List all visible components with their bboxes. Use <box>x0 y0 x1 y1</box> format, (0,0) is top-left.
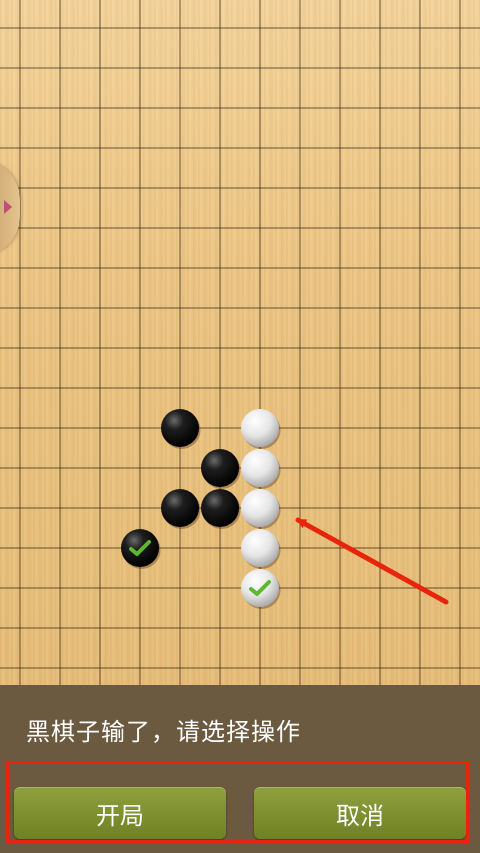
dialog-message: 黑棋子输了，请选择操作 <box>26 718 301 746</box>
board-grid[interactable] <box>0 0 480 685</box>
black-stone[interactable] <box>201 489 241 529</box>
black-stone-marked[interactable] <box>121 529 161 569</box>
annotation-arrow <box>295 517 449 605</box>
white-stone[interactable] <box>241 409 281 449</box>
white-stone[interactable] <box>241 489 281 529</box>
start-game-button[interactable]: 开局 <box>14 787 226 839</box>
black-stone[interactable] <box>161 489 201 529</box>
game-board[interactable] <box>0 0 480 685</box>
black-stone[interactable] <box>161 409 201 449</box>
white-stone[interactable] <box>241 529 281 569</box>
white-stone-marked[interactable] <box>241 569 281 609</box>
black-stone[interactable] <box>201 449 241 489</box>
chevron-right-icon <box>4 200 12 214</box>
cancel-button[interactable]: 取消 <box>254 787 466 839</box>
white-stone[interactable] <box>241 449 281 489</box>
